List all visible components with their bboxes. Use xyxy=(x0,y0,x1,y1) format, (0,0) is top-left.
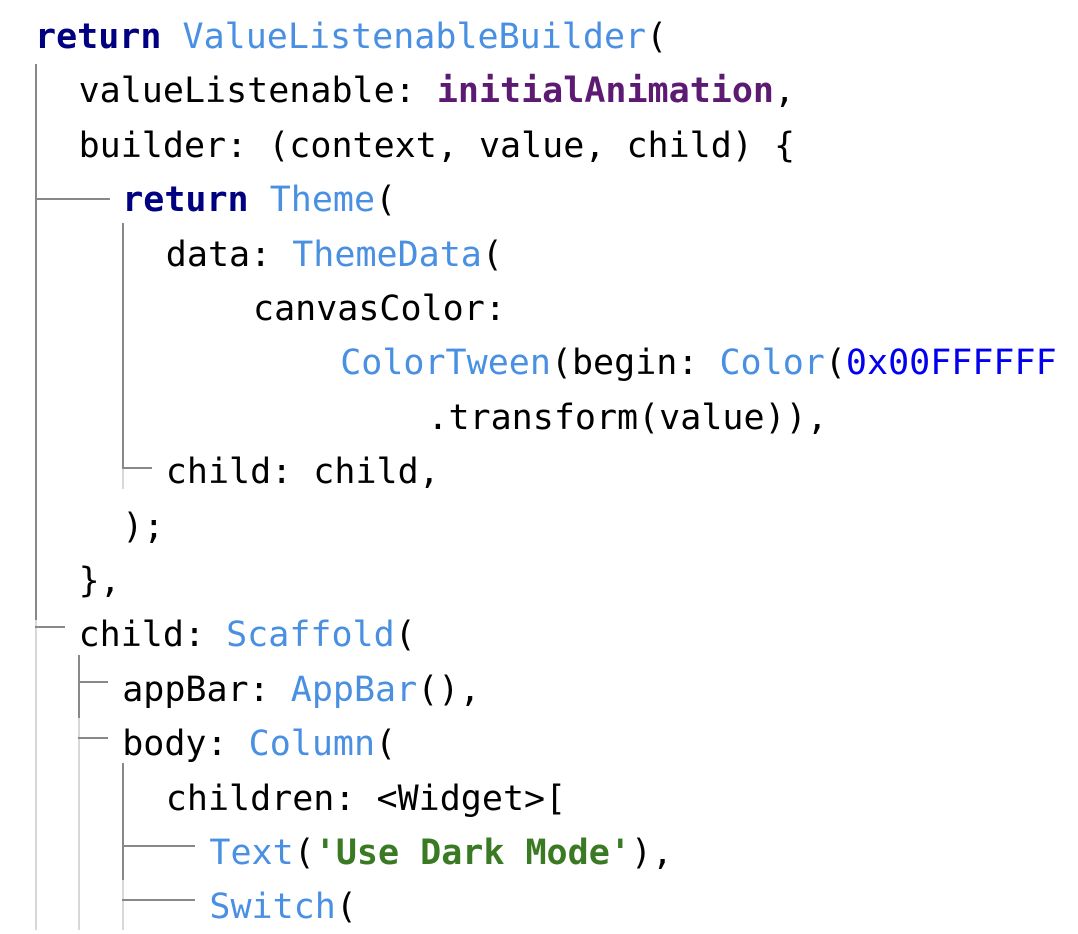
code-token-plain: ); xyxy=(122,506,165,547)
guide-scaffold-light xyxy=(78,718,80,930)
guide-theme-light xyxy=(122,467,124,489)
code-token-plain: ( xyxy=(375,180,397,221)
code-token-plain: data: xyxy=(165,234,293,275)
code-token-plain: ( xyxy=(824,343,846,384)
code-token-type: Theme xyxy=(269,180,376,221)
code-token-plain: ( xyxy=(481,234,503,275)
code-token-plain: ), xyxy=(630,833,673,873)
code-line[interactable]: .transform(value)), xyxy=(427,391,827,445)
code-token-plain: valueListenable: xyxy=(78,71,437,112)
code-token-type: AppBar xyxy=(290,669,418,710)
code-line[interactable]: Text('Use Dark Mode'), xyxy=(209,826,673,880)
code-line[interactable]: ColorTween(begin: Color(0x00FFFFFF xyxy=(340,336,1056,390)
code-token-plain: children: <Widget>[ xyxy=(165,778,567,819)
code-token-plain: ( xyxy=(293,833,315,873)
code-line[interactable]: Switch( xyxy=(209,880,357,934)
code-line[interactable]: child: Scaffold( xyxy=(79,608,416,662)
code-line[interactable]: data: ThemeData( xyxy=(166,228,503,282)
code-token-num: 0x00FFFFFF xyxy=(845,343,1057,384)
guide-branch-return-theme xyxy=(35,198,110,200)
code-token-plain: ( xyxy=(335,887,357,928)
code-line[interactable]: return Theme( xyxy=(122,173,396,227)
code-token-plain: appBar: xyxy=(122,669,291,710)
code-line[interactable]: builder: (context, value, child) { xyxy=(79,119,795,173)
code-token-type: ThemeData xyxy=(292,234,482,275)
code-token-type: ColorTween xyxy=(340,343,551,384)
guide-branch-body xyxy=(78,737,108,739)
code-token-plain: .transform(value)), xyxy=(427,397,828,438)
code-token-plain: child: child, xyxy=(165,452,440,493)
guide-column xyxy=(122,763,124,880)
guide-branch-switch xyxy=(122,899,195,901)
code-token-field: initialAnimation xyxy=(436,71,774,112)
code-token-plain: , xyxy=(773,71,796,112)
code-line[interactable]: children: <Widget>[ xyxy=(166,772,566,826)
code-token-type: Text xyxy=(209,833,294,873)
guide-branch-child-child xyxy=(122,467,152,469)
code-token-str: 'Use Dark Mode' xyxy=(314,833,631,873)
code-token-plain: (begin: xyxy=(550,343,720,384)
code-token-type: Column xyxy=(248,724,376,765)
code-line[interactable]: return ValueListenableBuilder( xyxy=(35,10,667,64)
guide-builder-light xyxy=(35,620,37,930)
code-token-type: ValueListenableBuilder xyxy=(182,17,647,57)
guide-branch-child-scaffold xyxy=(35,626,65,628)
code-token-plain: child: xyxy=(78,615,227,656)
guide-column-light xyxy=(122,880,124,930)
code-line[interactable]: valueListenable: initialAnimation, xyxy=(79,64,795,118)
code-line[interactable]: }, xyxy=(79,554,121,608)
guide-branch-appbar xyxy=(78,681,108,683)
code-token-type: Color xyxy=(719,343,825,384)
code-token-type: Switch xyxy=(209,887,336,928)
code-token-plain: ( xyxy=(394,615,416,656)
code-token-plain: canvasColor: xyxy=(253,289,506,329)
code-token-plain: builder: (context, value, child) { xyxy=(78,125,796,166)
code-token-kw: return xyxy=(35,17,162,57)
code-token-plain: (), xyxy=(417,669,481,710)
code-token-plain: body: xyxy=(122,724,249,765)
code-line[interactable]: ); xyxy=(122,500,164,554)
guide-scaffold xyxy=(78,655,80,718)
code-editor[interactable]: return ValueListenableBuilder(valueListe… xyxy=(0,0,1078,930)
code-line[interactable]: body: Column( xyxy=(122,717,396,771)
code-line[interactable]: appBar: AppBar(), xyxy=(122,663,480,717)
code-token-plain: ( xyxy=(646,17,668,57)
guide-theme xyxy=(122,223,124,467)
code-token-plain: }, xyxy=(78,561,121,601)
code-token-kw: return xyxy=(122,180,249,221)
code-line[interactable]: child: child, xyxy=(166,445,440,499)
code-token-plain: ( xyxy=(375,724,397,765)
guide-branch-text xyxy=(122,845,195,847)
code-line[interactable]: canvasColor: xyxy=(253,282,506,336)
code-token-type: Scaffold xyxy=(226,615,395,656)
